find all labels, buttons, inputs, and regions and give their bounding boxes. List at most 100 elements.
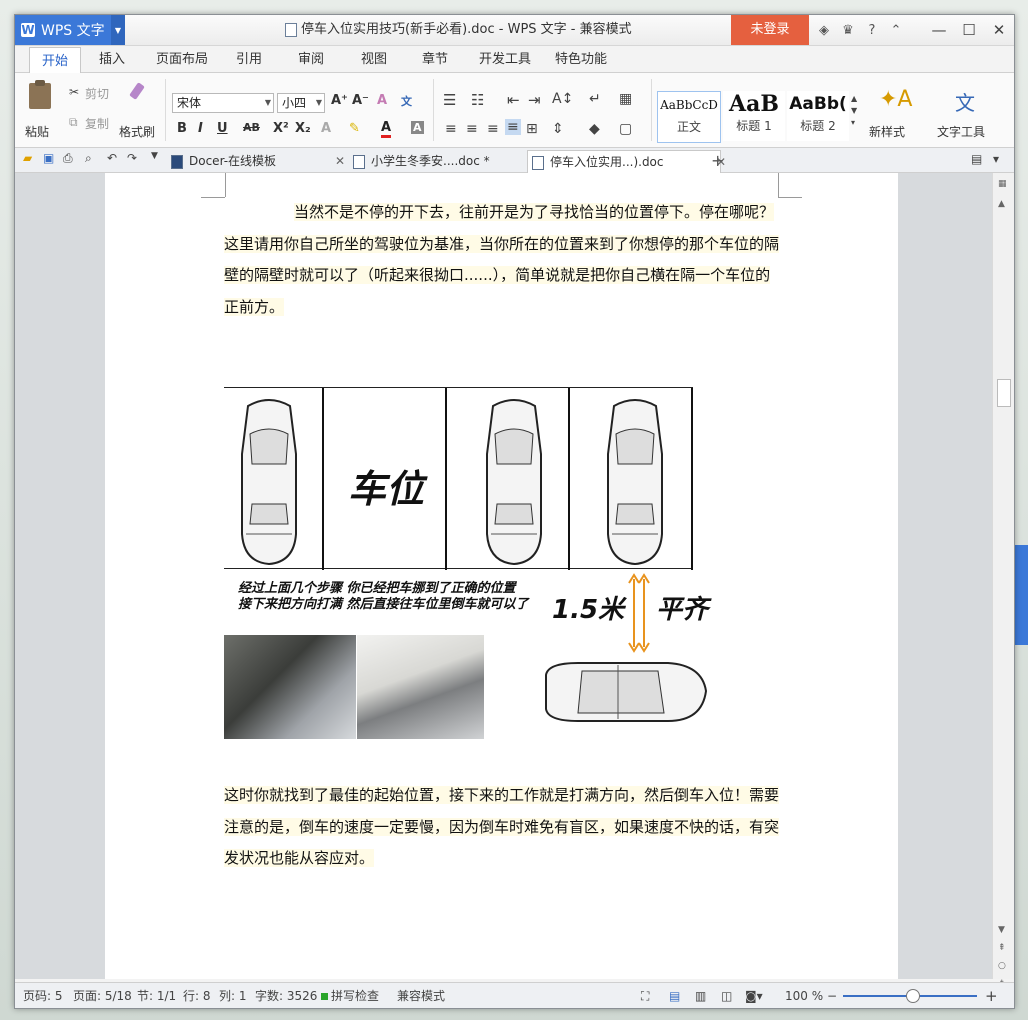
char-shading-icon[interactable]: A [411,121,424,134]
grow-font-icon[interactable]: A⁺ [331,93,348,108]
open-folder-icon[interactable]: ▰ [23,151,35,165]
show-marks-icon[interactable]: ↵ [589,91,601,107]
status-col[interactable]: 列: 1 [219,983,247,1008]
outline-view-icon[interactable]: ▥ [695,983,706,1008]
redo-icon[interactable]: ↷ [127,151,139,165]
text-effect-icon[interactable]: A [321,121,331,136]
minimize-icon[interactable]: — [924,15,954,45]
text-tools-button[interactable]: 文字工具 [937,123,985,140]
cut-button[interactable]: 剪切 [85,85,109,102]
bullets-icon[interactable]: ☰ [443,91,456,109]
paste-button[interactable]: 粘贴 [25,123,49,140]
superscript-icon[interactable]: X² [273,121,289,136]
align-left-icon[interactable]: ≡ [445,121,457,137]
decrease-indent-icon[interactable]: ⇤ [507,91,520,109]
app-menu-button[interactable]: W WPS 文字 ▼ [15,15,125,45]
tab-features[interactable]: 特色功能 [555,46,607,72]
change-case-icon[interactable]: A↕ [552,91,573,107]
font-name-select[interactable]: 宋体 ▼ [172,93,274,113]
underline-icon[interactable]: U [217,121,228,136]
scroll-thumb[interactable] [997,379,1011,407]
new-tab-icon[interactable]: + [711,151,724,170]
status-section[interactable]: 节: 1/1 [137,983,176,1008]
align-right-icon[interactable]: ≡ [487,121,499,137]
status-row[interactable]: 行: 8 [183,983,211,1008]
numbering-icon[interactable]: ☷ [471,91,484,109]
vertical-scrollbar[interactable]: ▦ ▲ ▼ ⇞ ○ ⇟ [992,173,1014,989]
tab-page-layout[interactable]: 页面布局 [156,46,208,72]
format-painter-button[interactable]: 格式刷 [119,123,155,140]
skin-icon[interactable]: ♛ [839,23,857,38]
italic-icon[interactable]: I [198,121,203,136]
style-gallery-scroll[interactable]: ▲ ▼ ▾ [851,93,857,129]
reading-view-icon[interactable]: ◙▾ [745,983,763,1008]
web-view-icon[interactable]: ◫ [721,983,732,1008]
strikethrough-icon[interactable]: AB [243,121,260,134]
close-tab-icon[interactable]: ✕ [335,150,345,172]
subscript-icon[interactable]: X₂ [295,121,311,136]
copy-button[interactable]: 复制 [85,115,109,132]
login-button[interactable]: 未登录 [731,15,809,45]
font-size-select[interactable]: 小四 ▼ [277,93,325,113]
status-pages[interactable]: 页面: 5/18 [73,983,132,1008]
tab-references[interactable]: 引用 [236,46,262,72]
chevron-down-icon[interactable]: ▼ [111,15,125,45]
line-spacing-icon[interactable]: ⇕ [552,121,564,137]
borders-icon[interactable]: ▢ [619,121,632,137]
collapse-ribbon-icon[interactable]: ⌃ [887,23,905,38]
shading-icon[interactable]: ◆ [589,121,600,137]
new-style-icon[interactable]: ✦A [879,87,912,112]
shrink-font-icon[interactable]: A⁻ [352,93,369,108]
increase-indent-icon[interactable]: ⇥ [528,91,541,109]
tab-review[interactable]: 审阅 [298,46,324,72]
doc-tab-winter-safety[interactable]: 小学生冬季安....doc * ✕ [349,150,537,172]
maximize-icon[interactable]: ☐ [954,15,984,45]
undo-icon[interactable]: ↶ [107,151,119,165]
print-icon[interactable]: ⎙ [63,151,75,165]
tab-options-icon[interactable]: ▾ [993,152,1005,166]
page-view-icon[interactable]: ▤ [669,983,680,1008]
table-icon[interactable]: ▦ [619,91,632,107]
align-center-icon[interactable]: ≡ [466,121,478,137]
bold-icon[interactable]: B [177,121,187,136]
clear-format-icon[interactable]: A [377,93,387,108]
distribute-icon[interactable]: ⊞ [526,121,538,137]
previous-page-icon[interactable]: ⇞ [998,943,1006,953]
highlight-icon[interactable]: ✎ [349,121,360,136]
tab-developer[interactable]: 开发工具 [479,46,531,72]
close-icon[interactable]: ✕ [984,15,1014,45]
style-heading-1[interactable]: AaB 标题 1 [723,91,785,141]
zoom-out-icon[interactable]: − [827,983,837,1008]
doc-tab-docer[interactable]: Docer-在线模板 ✕ [167,150,345,172]
font-color-icon[interactable]: A [381,121,392,138]
zoom-in-icon[interactable]: + [985,983,998,1008]
justify-icon[interactable]: ≡ [505,119,521,135]
scroll-down-icon[interactable]: ▼ [998,925,1005,935]
zoom-slider-handle[interactable] [906,989,920,1003]
new-style-button[interactable]: 新样式 [869,123,905,140]
zoom-level[interactable]: 100 % [785,983,823,1008]
scissors-icon[interactable]: ✂ [69,85,79,99]
document-page[interactable]: 当然不是不停的开下去，往前开是为了寻找恰当的位置停下。停在哪呢？这里请用你自己所… [105,173,898,979]
tab-home[interactable]: 开始 [29,47,82,74]
doc-tab-parking[interactable]: 停车入位实用...).doc ✕ [527,150,726,173]
status-page-code[interactable]: 页码: 5 [23,983,63,1008]
browse-object-icon[interactable]: ○ [998,961,1006,971]
print-preview-icon[interactable]: ⌕ [85,151,97,165]
spell-check-toggle[interactable]: 拼写检查 [321,983,379,1008]
style-normal[interactable]: AaBbCcD 正文 [657,91,721,143]
fullscreen-view-icon[interactable]: ⛶ [641,983,649,1008]
text-tools-icon[interactable]: 文 [955,87,975,116]
paste-icon[interactable] [29,80,51,109]
customize-toolbar-icon[interactable]: ▼ [151,151,163,163]
style-heading-2[interactable]: AaBb( 标题 2 [787,91,849,141]
help-icon[interactable]: ? [863,23,881,38]
tab-list-icon[interactable]: ▤ [971,152,983,166]
status-word-count[interactable]: 字数: 3526 [255,983,317,1008]
copy-icon[interactable]: ⧉ [69,115,78,130]
tab-view[interactable]: 视图 [361,46,387,72]
split-view-icon[interactable]: ▦ [998,179,1007,189]
save-icon[interactable]: ▣ [43,151,55,165]
scroll-up-icon[interactable]: ▲ [998,199,1005,209]
tab-chapter[interactable]: 章节 [422,46,448,72]
